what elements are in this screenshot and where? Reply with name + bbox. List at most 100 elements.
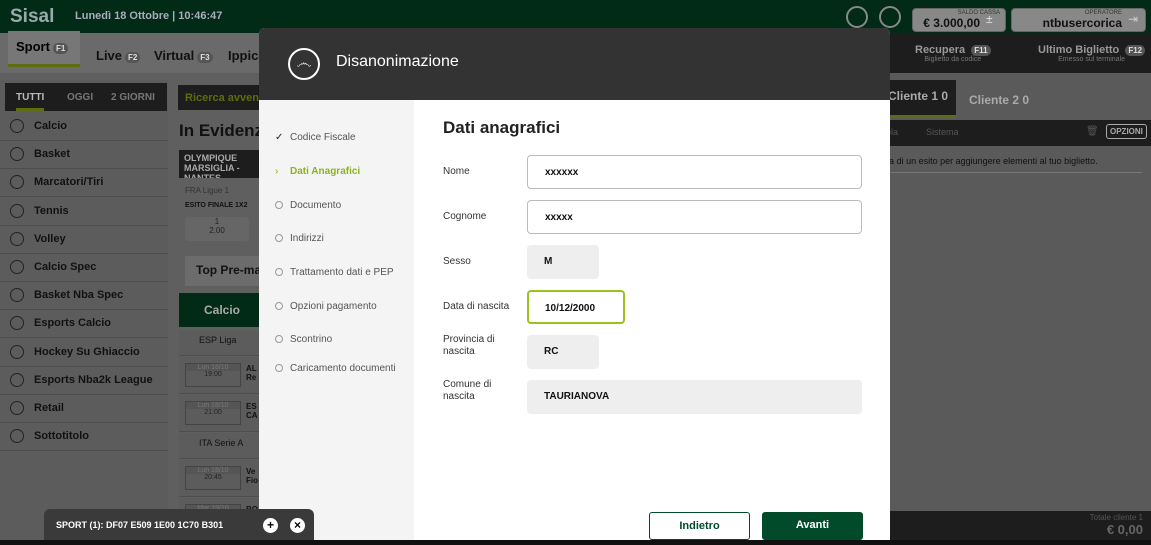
trash-icon[interactable]: 🗑: [1086, 126, 1099, 137]
step-scontrino[interactable]: Scontrino: [275, 334, 410, 345]
sidebar-item-volley[interactable]: Volley: [0, 226, 168, 254]
filter-2-giorni[interactable]: 2 GIORNI: [111, 92, 155, 103]
logout-icon[interactable]: ⇥: [1128, 12, 1138, 26]
date-filter-tabs: TUTTI OGGI 2 GIORNI: [5, 83, 167, 111]
nav-sport[interactable]: Sport F1: [8, 31, 80, 67]
nav-label: Sport: [16, 39, 50, 54]
sidebar-item-label: Basket: [34, 148, 71, 161]
operator-box: OPERATORE ntbusercorica: [1011, 8, 1146, 32]
nav-live[interactable]: Live F2: [96, 48, 141, 63]
circle-icon: [275, 234, 283, 242]
league-name: ESP Liga: [199, 335, 237, 345]
step-trattamento-dati-e-pep[interactable]: Trattamento dati e PEP: [275, 267, 410, 278]
options-button[interactable]: OPZIONI: [1106, 124, 1147, 139]
plus-icon[interactable]: +: [263, 518, 278, 533]
fingerprint-icon[interactable]: [846, 6, 868, 28]
event-time: 20:45: [204, 474, 222, 481]
nav-sub: Emesso sul terminale: [1058, 56, 1126, 63]
sidebar-item-basket-nba-spec[interactable]: Basket Nba Spec: [0, 282, 168, 311]
mode-sistema[interactable]: Sistema: [926, 127, 959, 137]
step-caricamento-documenti[interactable]: Caricamento documenti: [275, 363, 410, 374]
provincia-di-nascita-field: RC: [527, 335, 599, 369]
field-label: Cognome: [443, 211, 487, 222]
nav-virtual[interactable]: Virtual F3: [154, 48, 213, 63]
radio-icon: [10, 344, 24, 359]
search-events[interactable]: Ricerca avvenimenti: [178, 85, 268, 110]
odd-value: 2.00: [209, 226, 225, 235]
top-prematch-tab[interactable]: Top Pre-match: [185, 256, 279, 286]
next-button[interactable]: Avanti: [762, 512, 863, 540]
modal-title: Disanonimazione: [336, 53, 459, 70]
league-row: ESP Liga: [179, 330, 264, 356]
plusminus-button[interactable]: ±: [986, 12, 993, 26]
sidebar-item-sottotitolo[interactable]: Sottotitolo: [0, 423, 168, 452]
radio-icon: [10, 203, 24, 218]
step-label: Opzioni pagamento: [290, 301, 377, 312]
event-row[interactable]: Lun 18/10 19:00 AL Re: [179, 357, 264, 394]
filter-tutti[interactable]: TUTTI: [16, 92, 45, 111]
circle-icon: [275, 335, 283, 343]
sidebar-item-calcio-spec[interactable]: Calcio Spec: [0, 254, 168, 282]
filter-oggi[interactable]: OGGI: [67, 92, 93, 103]
event-row[interactable]: Lun 18/10 20:45 Ve Fio: [179, 460, 264, 497]
step-label: Codice Fiscale: [290, 132, 356, 143]
radio-icon: [10, 316, 24, 331]
sidebar-item-label: Calcio: [34, 120, 68, 132]
sisal-logo: Sisal: [10, 6, 55, 27]
sidebar-item-label: Basket Nba Spec: [34, 289, 124, 302]
tab-cliente-2[interactable]: Cliente 2 0: [969, 93, 1029, 107]
sesso-field: M: [527, 245, 599, 279]
back-button[interactable]: Indietro: [649, 512, 750, 540]
radio-icon: [10, 288, 24, 303]
sidebar-item-basket[interactable]: Basket: [0, 141, 168, 170]
datetime: Lunedì 18 Ottobre | 10:46:47: [75, 10, 223, 22]
sidebar-item-label: Volley: [34, 232, 66, 245]
sidebar-item-label: Sottotitolo: [34, 430, 89, 443]
step-codice-fiscale[interactable]: ✓ Codice Fiscale: [275, 132, 410, 143]
steps-sidebar: ✓ Codice Fiscale › Dati Anagrafici Documento…: [259, 100, 414, 540]
close-icon[interactable]: ×: [290, 518, 305, 533]
nome-field[interactable]: xxxxxx: [527, 155, 862, 189]
right-nav: Recupera F11 Biglietto da codice Ultimo B…: [890, 33, 1151, 73]
sidebar-item-esports-nba2k-league[interactable]: Esports Nba2k League: [0, 367, 168, 395]
nav-sub: Biglietto da codice: [924, 56, 982, 63]
sidebar-item-tennis[interactable]: Tennis: [0, 198, 168, 226]
fingerprint-icon: ෴: [288, 48, 320, 80]
nav-ultimo-biglietto[interactable]: Ultimo Biglietto F12 Emesso sul terminale: [1038, 44, 1146, 63]
sidebar-item-label: Retail: [34, 402, 64, 414]
radio-icon: [10, 231, 24, 246]
sidebar-item-retail[interactable]: Retail: [0, 395, 168, 423]
odd-button[interactable]: 1 2.00: [185, 217, 249, 241]
step-dati-anagrafici[interactable]: › Dati Anagrafici: [275, 166, 410, 177]
step-documento[interactable]: Documento: [275, 200, 410, 211]
league-name: ITA Serie A: [199, 438, 244, 448]
step-indirizzi[interactable]: Indirizzi: [275, 233, 410, 244]
sidebar-item-hockey-su-ghiaccio[interactable]: Hockey Su Ghiaccio: [0, 339, 168, 367]
nav-key: F2: [125, 52, 141, 63]
circle-icon: [275, 201, 283, 209]
field-label: Nome: [443, 166, 470, 177]
sidebar-item-esports-calcio[interactable]: Esports Calcio: [0, 310, 168, 339]
cognome-field[interactable]: xxxxx: [527, 200, 862, 234]
betslip-total: Totale cliente 1 € 0,00: [858, 511, 1151, 540]
nav-key: F1: [52, 43, 69, 54]
tab-label: Cliente 1: [888, 89, 939, 103]
step-opzioni-pagamento[interactable]: Opzioni pagamento: [275, 301, 410, 312]
receipt-icon[interactable]: [879, 6, 901, 28]
market-label: ESITO FINALE 1X2: [185, 202, 248, 209]
circle-icon: [275, 268, 283, 276]
sidebar-item-label: Marcatori/Tiri: [34, 176, 104, 189]
nav-recupera[interactable]: Recupera F11 Biglietto da codice: [915, 44, 991, 63]
event-row[interactable]: Lun 18/10 21:00 ES CA: [179, 395, 264, 432]
data-di-nascita-field[interactable]: 10/12/2000: [527, 290, 625, 324]
radio-icon: [10, 429, 24, 444]
featured-match[interactable]: OLYMPIQUE MARSIGLIA - NANTES: [179, 150, 264, 178]
operator-name: ntbusercorica: [1042, 16, 1122, 30]
sidebar-item-calcio[interactable]: Calcio: [0, 113, 168, 141]
sidebar-item-marcatori-tiri[interactable]: Marcatori/Tiri: [0, 169, 168, 198]
event-date: Lun 18/10: [186, 364, 240, 371]
radio-icon: [10, 175, 24, 190]
step-label: Indirizzi: [290, 233, 324, 244]
tab-count: 0: [941, 89, 949, 103]
sport-header-calcio: Calcio: [179, 293, 264, 327]
